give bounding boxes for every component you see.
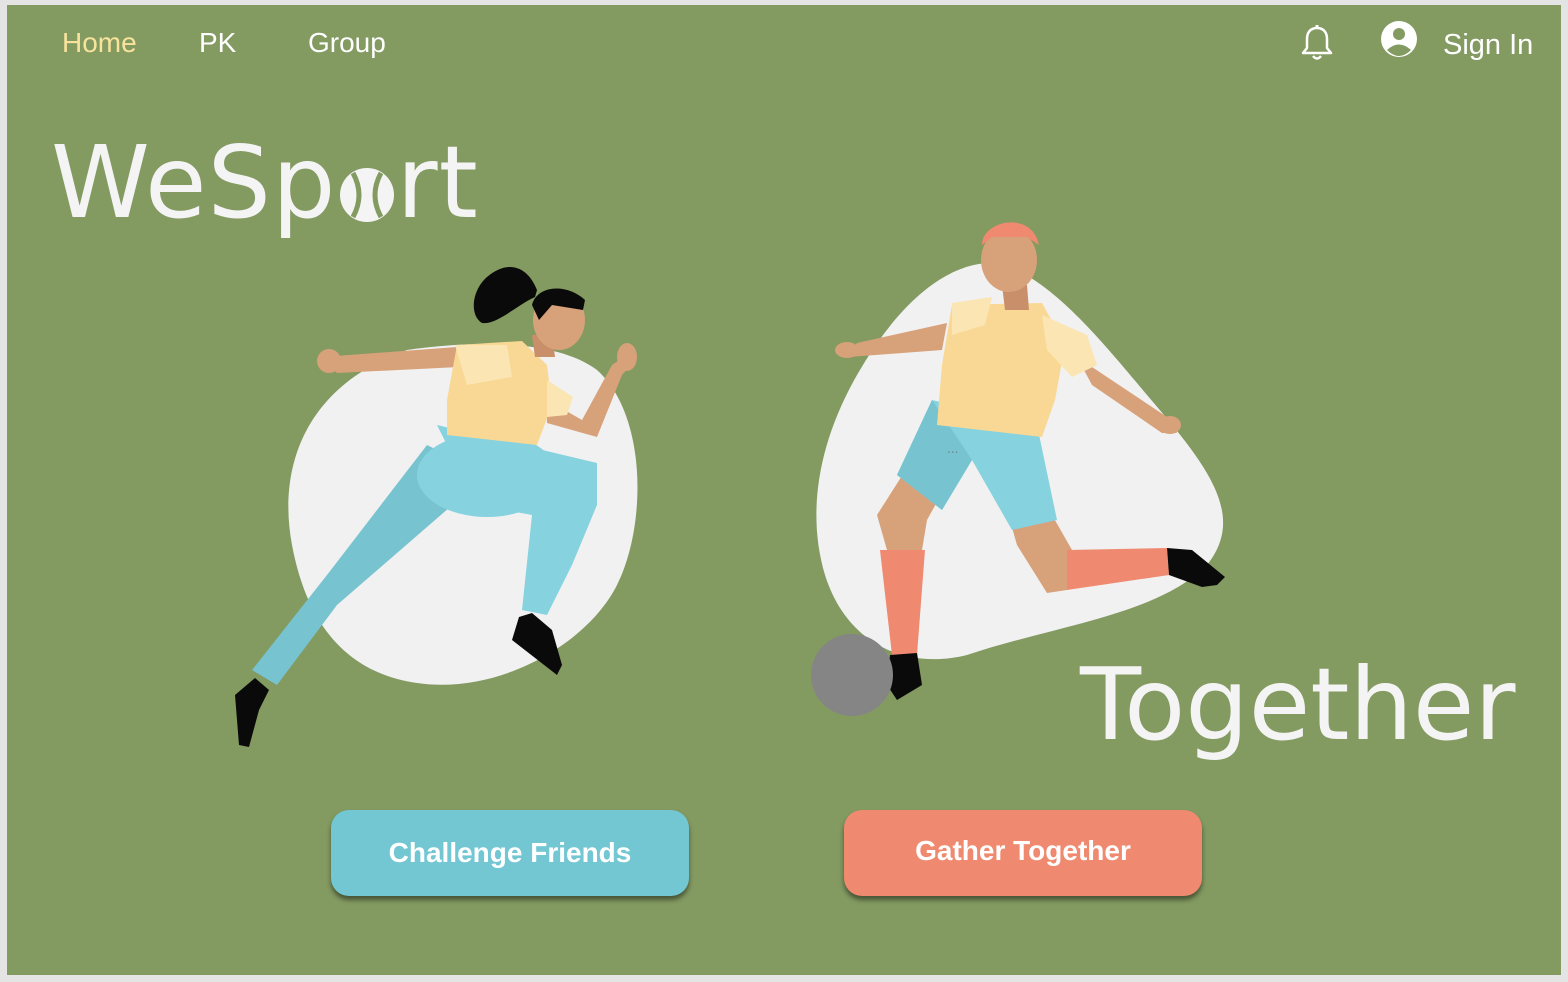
svg-text:...: ...: [947, 442, 958, 456]
landing-page: Home PK Group Sign In ... WeSp rt Togeth…: [7, 5, 1561, 975]
challenge-friends-button[interactable]: Challenge Friends: [331, 810, 689, 896]
logo-suffix: rt: [396, 124, 479, 241]
logo-prefix: WeSp: [51, 124, 337, 241]
wesport-logo: WeSp rt: [51, 133, 479, 233]
gather-together-button[interactable]: Gather Together: [844, 810, 1202, 896]
tagline: Together: [1080, 646, 1516, 763]
soccer-ball: [811, 634, 893, 716]
tennis-ball-icon: [339, 168, 394, 222]
